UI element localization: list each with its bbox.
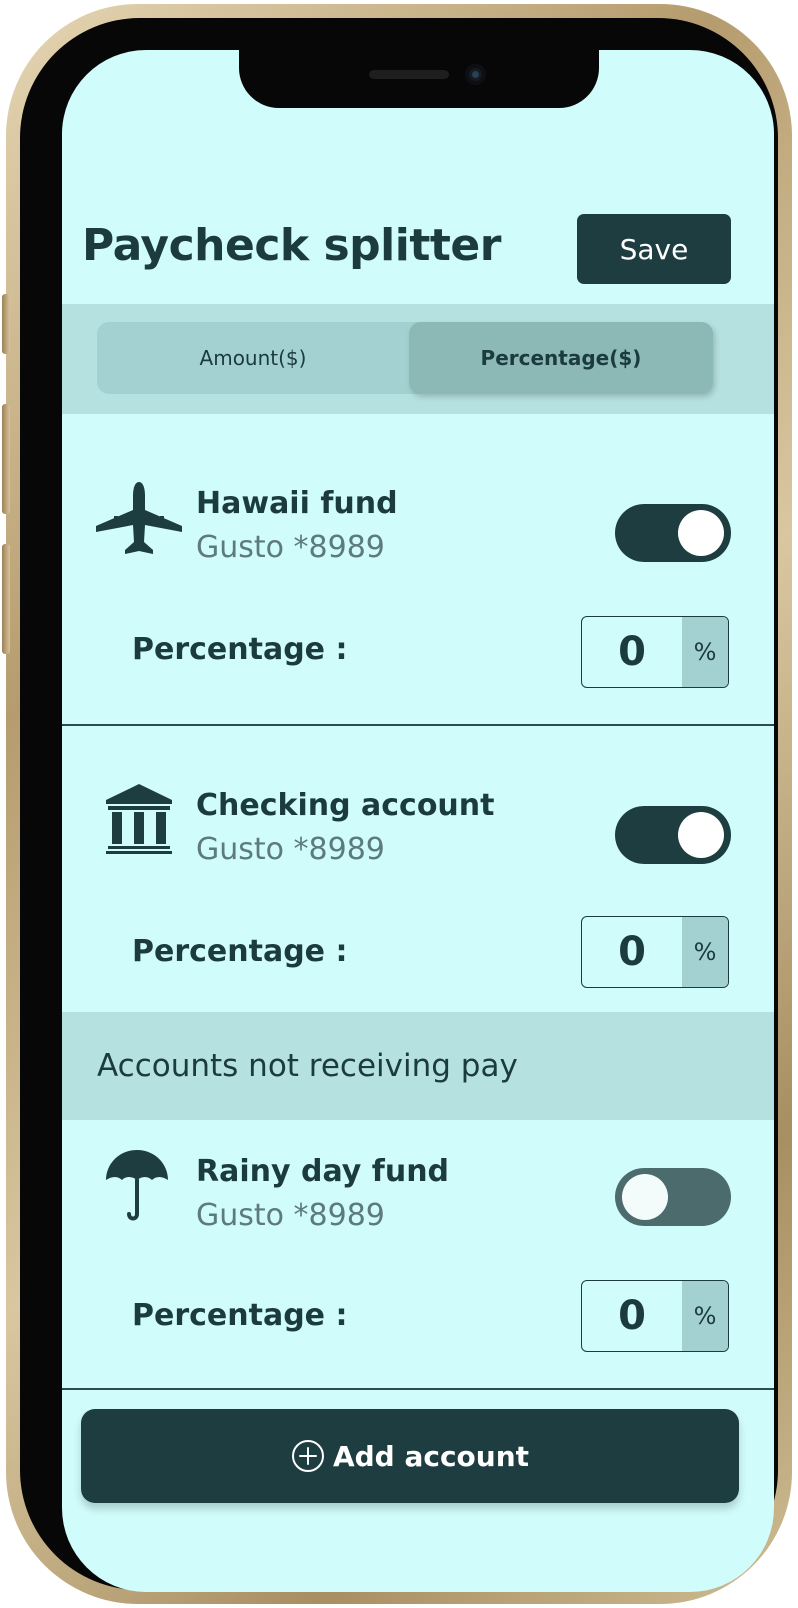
phone-bezel: Paycheck splitter Save Amount($) Percent… [20,18,778,1592]
account-number: Gusto *8989 [196,832,385,867]
account-name: Checking account [196,788,495,823]
add-account-label: Add account [332,1439,530,1473]
account-toggle[interactable] [615,1168,731,1226]
airplane-icon [96,482,182,554]
percentage-input[interactable]: 0 [582,1281,682,1351]
phone-volume-down-button [2,544,10,654]
percentage-field[interactable]: 0 % [581,616,729,688]
divider [62,724,774,726]
account-toggle[interactable] [615,806,731,864]
phone-volume-up-button [2,404,10,514]
percentage-label: Percentage : [132,632,348,667]
percentage-field[interactable]: 0 % [581,916,729,988]
toggle-knob [678,812,724,858]
account-name: Rainy day fund [196,1154,450,1189]
tab-amount[interactable]: Amount($) [97,322,409,394]
section-header-not-receiving: Accounts not receiving pay [62,1012,774,1120]
bank-icon [106,784,172,854]
account-toggle[interactable] [615,504,731,562]
save-button[interactable]: Save [577,214,731,284]
page-title: Paycheck splitter [82,220,501,271]
percentage-field[interactable]: 0 % [581,1280,729,1352]
toggle-knob [678,510,724,556]
mode-segmented-control: Amount($) Percentage($) [97,322,713,394]
toggle-knob [622,1174,668,1220]
divider [62,1388,774,1390]
account-number: Gusto *8989 [196,1198,385,1233]
percentage-input[interactable]: 0 [582,917,682,987]
mode-tab-band: Amount($) Percentage($) [62,304,774,414]
phone-frame: Paycheck splitter Save Amount($) Percent… [2,4,792,1604]
percent-unit-label: % [682,1281,728,1351]
percentage-input[interactable]: 0 [582,617,682,687]
umbrella-icon [106,1150,168,1221]
phone-side-button [2,294,10,354]
speaker-grille [369,70,449,79]
plus-circle-icon [291,1440,324,1472]
app-screen: Paycheck splitter Save Amount($) Percent… [62,50,774,1592]
percent-unit-label: % [682,917,728,987]
front-camera [465,64,486,85]
add-account-button[interactable]: Add account [81,1409,739,1503]
notch [239,50,599,108]
percentage-label: Percentage : [132,934,348,969]
percentage-label: Percentage : [132,1298,348,1333]
account-number: Gusto *8989 [196,530,385,565]
percent-unit-label: % [682,617,728,687]
account-name: Hawaii fund [196,486,398,521]
tab-percentage[interactable]: Percentage($) [409,322,713,394]
